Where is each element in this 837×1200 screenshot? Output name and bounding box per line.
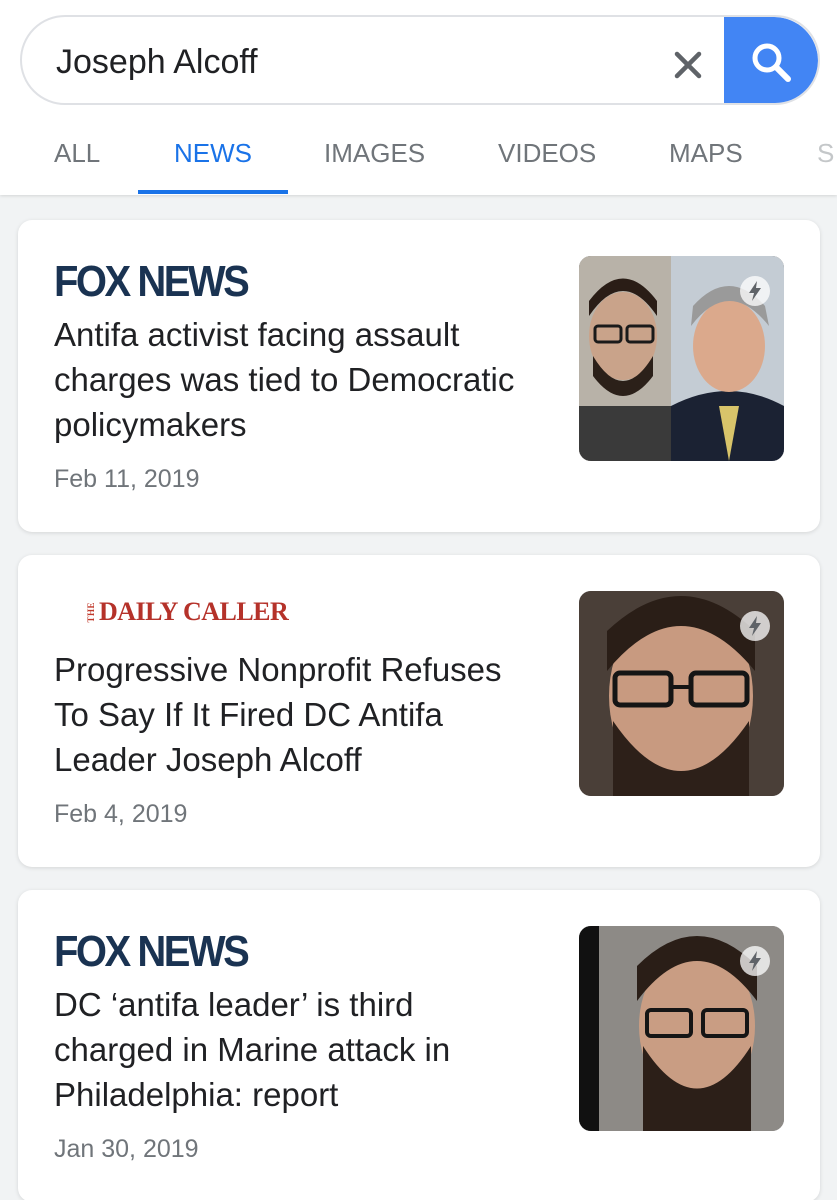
amp-badge [740,946,770,976]
tab-images[interactable]: IMAGES [324,138,425,169]
lightning-icon [749,616,761,636]
search-tabs: ALL NEWS IMAGES VIDEOS MAPS S [0,130,837,195]
amp-badge [740,611,770,641]
news-headline[interactable]: DC ‘antifa leader’ is third charged in M… [54,982,534,1117]
lightning-icon [749,281,761,301]
source-logo-name: DAILY CALLER [99,597,289,626]
source-logo-daily-caller: THE DAILY CALLER [86,597,289,627]
lightning-icon [749,951,761,971]
news-headline[interactable]: Antifa activist facing assault charges w… [54,312,534,447]
tab-shopping[interactable]: S [817,138,834,169]
news-headline[interactable]: Progressive Nonprofit Refuses To Say If … [54,647,534,782]
clear-search-button[interactable] [668,45,708,85]
close-icon [674,51,702,79]
news-result-card[interactable]: FOX NEWS DC ‘antifa leader’ is third cha… [18,890,820,1200]
search-input[interactable] [56,39,656,85]
news-date: Jan 30, 2019 [54,1135,199,1163]
source-logo-prefix: THE [86,601,96,623]
search-box[interactable] [20,15,820,105]
source-logo-fox-news: FOX NEWS [54,928,250,976]
amp-badge [740,276,770,306]
search-icon [752,43,791,82]
tab-maps[interactable]: MAPS [669,138,743,169]
news-result-card[interactable]: FOX NEWS Antifa activist facing assault … [18,220,820,532]
active-tab-indicator [138,190,288,194]
tab-videos[interactable]: VIDEOS [498,138,596,169]
news-date: Feb 4, 2019 [54,800,188,828]
news-date: Feb 11, 2019 [54,465,200,493]
tab-all[interactable]: ALL [54,138,100,169]
search-header: ALL NEWS IMAGES VIDEOS MAPS S [0,0,837,195]
news-thumbnail[interactable] [579,591,784,796]
news-result-card[interactable]: THE DAILY CALLER Progressive Nonprofit R… [18,555,820,867]
search-button[interactable] [724,17,818,103]
source-logo-fox-news: FOX NEWS [54,258,250,306]
news-thumbnail[interactable] [579,256,784,461]
news-thumbnail[interactable] [579,926,784,1131]
tab-news[interactable]: NEWS [174,138,252,169]
